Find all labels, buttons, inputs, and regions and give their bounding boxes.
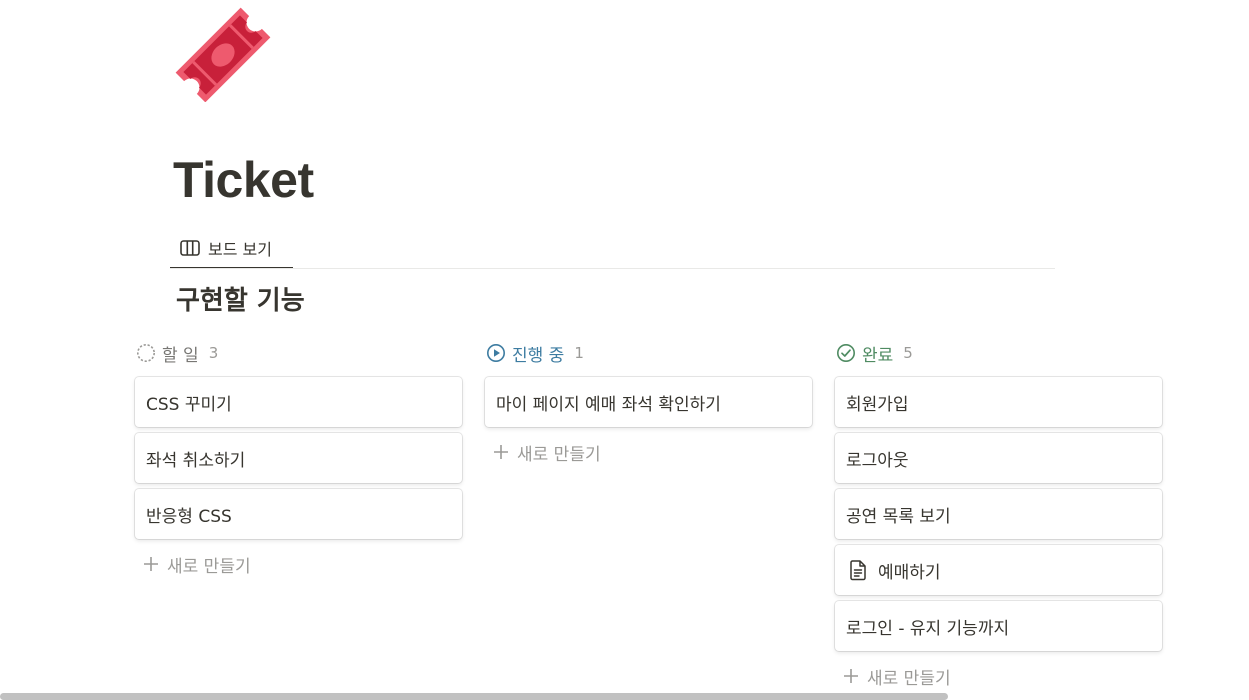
board-view-icon [180, 239, 200, 256]
card[interactable]: 좌석 취소하기 [135, 433, 462, 483]
todo-circle-icon [136, 343, 156, 363]
tab-board-view[interactable]: 보드 보기 [170, 228, 293, 269]
plus-icon [843, 668, 859, 684]
document-icon [848, 559, 868, 581]
card[interactable]: CSS 꾸미기 [135, 377, 462, 427]
column-header[interactable]: 할 일 3 [135, 338, 462, 368]
column-count: 5 [903, 344, 913, 362]
column-title: 완료 [862, 345, 894, 366]
ticket-icon[interactable] [170, 4, 276, 103]
column-header[interactable]: 진행 중 1 [485, 338, 812, 368]
new-item-button[interactable]: 새로 만들기 [135, 546, 462, 582]
new-item-label: 새로 만들기 [867, 668, 951, 689]
card[interactable]: 마이 페이지 예매 좌석 확인하기 [485, 377, 812, 427]
card[interactable]: 로그아웃 [835, 433, 1162, 483]
card-title: 반응형 CSS [146, 506, 232, 527]
card-title: 회원가입 [846, 394, 909, 415]
card-title: CSS 꾸미기 [146, 394, 232, 415]
column-header[interactable]: 완료 5 [835, 338, 1162, 368]
column-title: 할 일 [162, 345, 199, 366]
plus-icon [493, 444, 509, 460]
card-title: 좌석 취소하기 [146, 450, 246, 471]
card[interactable]: 반응형 CSS [135, 489, 462, 539]
tab-divider [170, 268, 1055, 269]
column-done: 완료 5 회원가입 로그아웃 공연 목록 보기 예매하기 로그인 - 유지 기능… [835, 338, 1162, 694]
new-item-button[interactable]: 새로 만들기 [835, 658, 1162, 694]
plus-icon [143, 556, 159, 572]
card-title: 공연 목록 보기 [846, 506, 951, 527]
column-count: 1 [574, 344, 584, 362]
column-todo: 할 일 3 CSS 꾸미기 좌석 취소하기 반응형 CSS 새로 만들기 [135, 338, 462, 582]
column-in-progress: 진행 중 1 마이 페이지 예매 좌석 확인하기 새로 만들기 [485, 338, 812, 470]
card-title: 로그아웃 [846, 450, 909, 471]
column-count: 3 [208, 344, 219, 362]
card[interactable]: 공연 목록 보기 [835, 489, 1162, 539]
card-title: 예매하기 [878, 562, 941, 583]
page-title[interactable]: Ticket [173, 148, 314, 212]
card[interactable]: 로그인 - 유지 기능까지 [835, 601, 1162, 651]
board-title[interactable]: 구현할 기능 [176, 281, 305, 321]
done-check-icon [836, 343, 856, 363]
card-title: 마이 페이지 예매 좌석 확인하기 [496, 394, 721, 415]
in-progress-icon [486, 343, 506, 363]
horizontal-scrollbar[interactable] [0, 693, 948, 700]
column-title: 진행 중 [512, 345, 565, 366]
card-title: 로그인 - 유지 기능까지 [846, 618, 1010, 639]
card[interactable]: 회원가입 [835, 377, 1162, 427]
new-item-button[interactable]: 새로 만들기 [485, 434, 812, 470]
new-item-label: 새로 만들기 [517, 444, 601, 465]
tab-label: 보드 보기 [208, 239, 272, 259]
card[interactable]: 예매하기 [835, 545, 1162, 595]
new-item-label: 새로 만들기 [167, 556, 251, 577]
